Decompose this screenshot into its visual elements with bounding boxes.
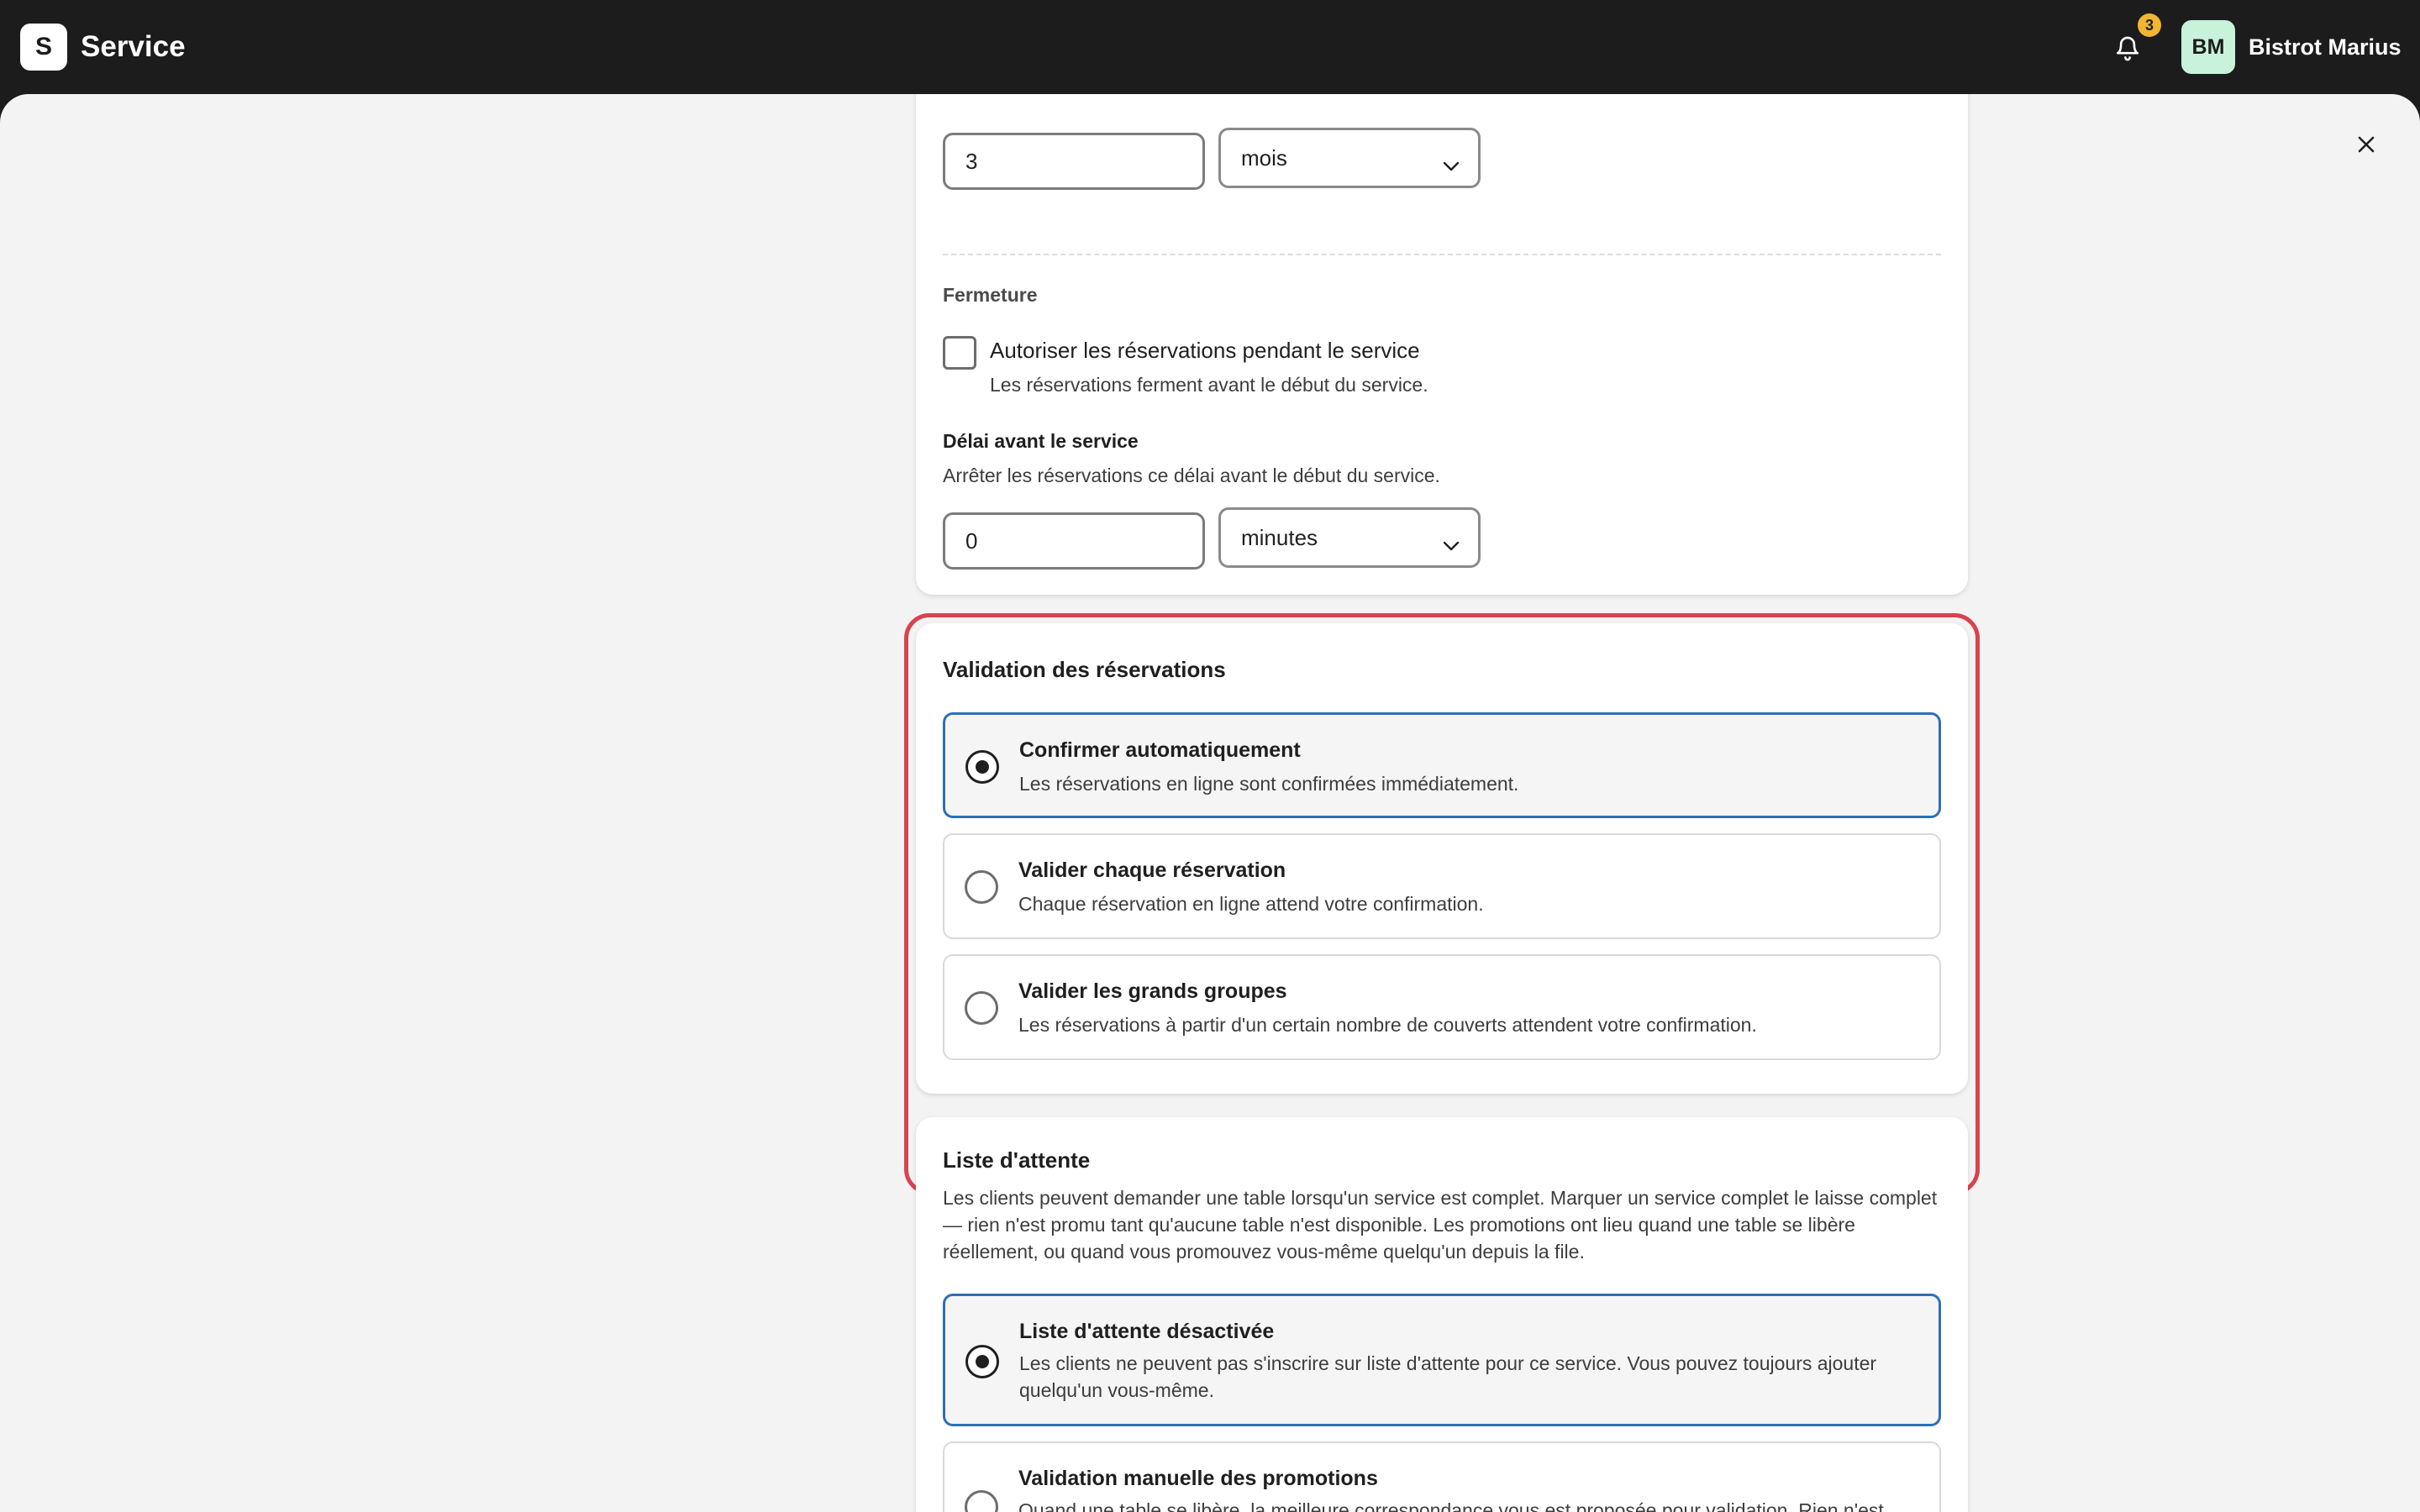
delay-unit-value: minutes xyxy=(1241,524,1318,550)
app-title: Service xyxy=(81,30,186,63)
waitlist-card: Liste d'attente Les clients peuvent dema… xyxy=(916,1117,1968,1512)
advance-unit-select[interactable]: mois xyxy=(1218,128,1481,188)
waitlist-option-manual[interactable]: Validation manuelle des promotions Quand… xyxy=(943,1441,1941,1512)
chevron-down-icon xyxy=(1443,152,1460,178)
notifications-bell-icon[interactable] xyxy=(2109,30,2146,67)
chevron-down-icon xyxy=(1443,532,1460,558)
notifications-badge: 3 xyxy=(2138,13,2161,37)
option-title: Validation manuelle des promotions xyxy=(1018,1467,1378,1490)
radio-button[interactable] xyxy=(965,1490,998,1512)
settings-sheet: 3 mois Fermeture Autoriser les réservati… xyxy=(0,94,2420,1512)
booking-window-card: 3 mois Fermeture Autoriser les réservati… xyxy=(916,94,1968,595)
waitlist-description: Les clients peuvent demander une table l… xyxy=(943,1187,1938,1263)
delay-heading: Délai avant le service xyxy=(943,430,1139,452)
allow-during-service-label[interactable]: Autoriser les réservations pendant le se… xyxy=(990,338,1420,364)
waitlist-title: Liste d'attente xyxy=(943,1147,1091,1173)
delay-unit-select[interactable]: minutes xyxy=(1218,507,1481,568)
allow-during-service-checkbox[interactable] xyxy=(943,336,976,370)
advance-value-input[interactable]: 3 xyxy=(943,133,1205,190)
advance-unit-value: mois xyxy=(1241,144,1287,171)
close-icon[interactable] xyxy=(2349,128,2383,161)
allow-during-service-help: Les réservations ferment avant le début … xyxy=(990,374,1428,396)
closing-heading: Fermeture xyxy=(943,284,1038,306)
validation-highlight-frame xyxy=(904,613,1980,1194)
account-name[interactable]: Bistrot Marius xyxy=(2249,32,2402,62)
waitlist-option-disabled[interactable]: Liste d'attente désactivée Les clients n… xyxy=(943,1294,1941,1426)
app-logo[interactable]: S xyxy=(20,24,67,71)
option-description: Les clients ne peuvent pas s'inscrire su… xyxy=(1019,1352,1877,1401)
section-divider xyxy=(943,254,1941,255)
option-title: Liste d'attente désactivée xyxy=(1019,1320,1275,1343)
avatar[interactable]: BM xyxy=(2181,20,2235,74)
radio-button[interactable] xyxy=(965,1345,999,1378)
delay-value-input[interactable]: 0 xyxy=(943,512,1205,570)
top-bar: S Service 3 BM Bistrot Marius xyxy=(0,0,2420,94)
delay-help: Arrêter les réservations ce délai avant … xyxy=(943,465,1440,486)
option-description: Quand une table se libère, la meilleure … xyxy=(1018,1499,1884,1512)
